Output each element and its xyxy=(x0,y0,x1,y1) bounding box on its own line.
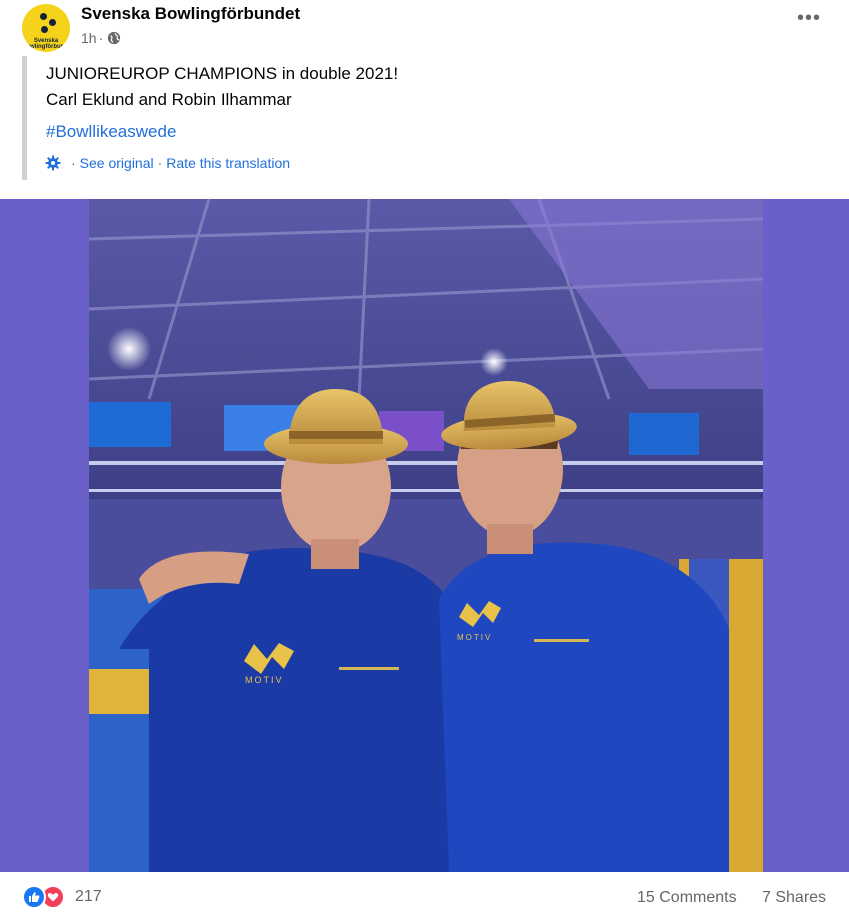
rate-translation-link[interactable]: Rate this translation xyxy=(166,155,290,171)
avatar-dot xyxy=(40,13,47,20)
photo-illustration: MOTIV MOTIV xyxy=(89,199,763,872)
photo-logo-text: MOTIV xyxy=(245,675,284,685)
translation-bar xyxy=(22,56,27,180)
avatar-logo-text: Svenska Bowlingförbundet xyxy=(22,38,70,50)
avatar-dot xyxy=(41,26,48,33)
post-time-link[interactable]: 1h xyxy=(81,30,97,46)
page-name-link[interactable]: Svenska Bowlingförbundet xyxy=(81,4,300,24)
translation-links: · See original · Rate this translation xyxy=(45,155,290,171)
page-avatar[interactable]: Svenska Bowlingförbundet xyxy=(22,4,70,52)
reactions-summary[interactable]: 217 xyxy=(22,885,102,909)
hashtag-link[interactable]: #Bowllikeaswede xyxy=(46,122,176,142)
avatar-dot xyxy=(49,19,56,26)
see-original-link[interactable]: See original xyxy=(80,155,154,171)
post-meta: 1h · xyxy=(81,30,121,46)
like-icon xyxy=(22,885,46,909)
comments-count-link[interactable]: 15 Comments xyxy=(637,889,737,907)
gear-icon[interactable] xyxy=(45,155,61,171)
post-photo[interactable]: MOTIV MOTIV xyxy=(89,199,763,872)
photo-logo-text: MOTIV xyxy=(457,633,492,642)
post-text-line: JUNIOREUROP CHAMPIONS in double 2021! xyxy=(46,64,399,83)
more-options-button[interactable]: ••• xyxy=(794,8,824,34)
shares-count-link[interactable]: 7 Shares xyxy=(762,889,826,907)
reaction-count[interactable]: 217 xyxy=(75,888,102,906)
post-text-line: Carl Eklund and Robin Ilhammar xyxy=(46,90,292,109)
globe-icon[interactable] xyxy=(107,31,121,45)
post-card: Svenska Bowlingförbundet Svenska Bowling… xyxy=(0,0,849,923)
